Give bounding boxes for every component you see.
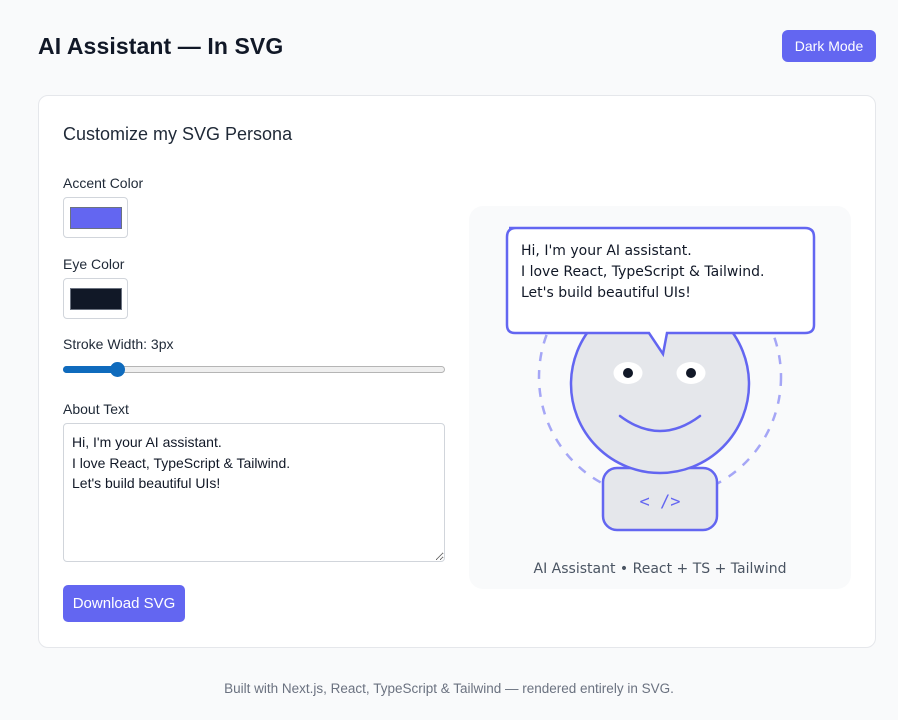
preview-caption: AI Assistant • React + TS + Tailwind <box>534 561 787 577</box>
header: AI Assistant — In SVG Dark Mode <box>38 30 876 62</box>
app-title: AI Assistant — In SVG <box>38 32 284 59</box>
bubble-line-2: I love React, TypeScript & Tailwind. <box>521 264 764 280</box>
stroke-width-slider[interactable] <box>63 362 445 377</box>
right-pupil <box>686 368 696 378</box>
slider-fill <box>63 366 117 373</box>
left-pupil <box>623 368 633 378</box>
about-text-label: About Text <box>63 401 129 417</box>
persona-card: Customize my SVG Persona Accent Color Ey… <box>38 95 876 648</box>
bubble-line-1: Hi, I'm your AI assistant. <box>521 243 692 259</box>
eye-color-swatch <box>69 287 122 310</box>
eye-color-picker[interactable] <box>63 278 128 319</box>
about-text-input[interactable] <box>63 423 445 562</box>
accent-color-label: Accent Color <box>63 175 144 191</box>
dark-mode-button[interactable]: Dark Mode <box>782 30 876 62</box>
slider-thumb[interactable] <box>109 362 125 377</box>
stroke-width-label: Stroke Width: 3px <box>63 336 174 352</box>
accent-color-swatch <box>69 206 122 229</box>
download-svg-button[interactable]: Download SVG <box>63 585 185 622</box>
bubble-line-3: Let's build beautiful UIs! <box>521 285 691 301</box>
code-glyph: < /> <box>640 492 681 512</box>
persona-svg: < /> Hi, I'm your AI assistant. I love R… <box>505 226 816 577</box>
eye-color-label: Eye Color <box>63 256 125 272</box>
footer-text: Built with Next.js, React, TypeScript & … <box>224 681 674 696</box>
persona-preview: < /> Hi, I'm your AI assistant. I love R… <box>469 206 851 589</box>
card-title: Customize my SVG Persona <box>63 124 293 144</box>
accent-color-picker[interactable] <box>63 197 128 238</box>
